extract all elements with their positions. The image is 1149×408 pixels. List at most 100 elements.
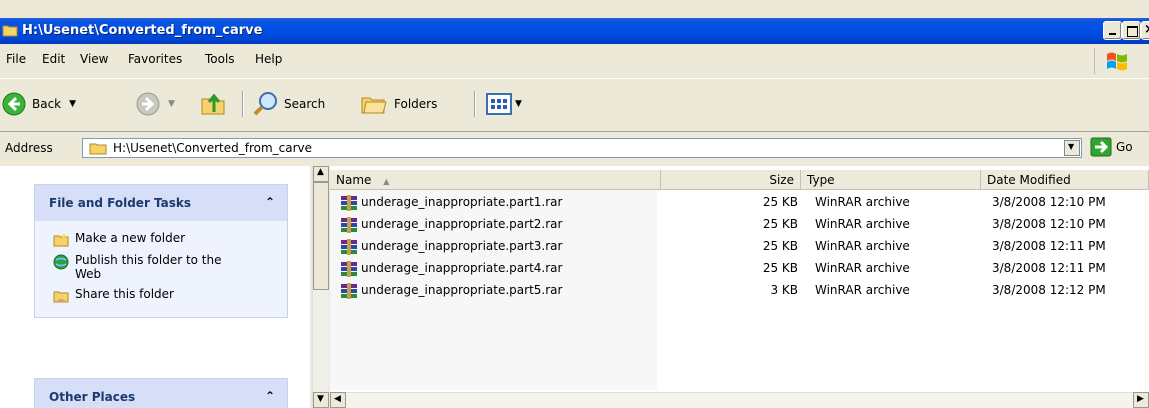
views-dropdown-icon[interactable]: ▼ [515,99,522,109]
back-dropdown-icon[interactable]: ▼ [69,99,76,109]
menu-tools[interactable]: Tools [205,52,235,66]
menu-bar: File Edit View Favorites Tools Help [0,44,1149,79]
window-title: H:\Usenet\Converted_from_carve [22,23,263,38]
column-label: Size [769,173,794,187]
maximize-icon [1127,26,1138,37]
scroll-thumb[interactable] [313,182,329,290]
folders-icon [361,97,387,114]
file-size: 25 KB [762,239,798,253]
table-row[interactable]: underage_inappropriate.part1.rar 25 KB W… [330,193,1149,213]
forward-button[interactable]: ▼ [136,91,175,117]
file-type: WinRAR archive [815,195,910,209]
rar-archive-icon [341,261,357,277]
file-folder-tasks-body: Make a new folder Publish this folder to… [35,221,287,317]
toolbar-separator [242,91,244,117]
folder-icon [89,143,107,155]
file-size: 25 KB [762,217,798,231]
file-name: underage_inappropriate.part1.rar [361,195,563,209]
table-row[interactable]: underage_inappropriate.part5.rar 3 KB Wi… [330,281,1149,301]
address-field[interactable]: H:\Usenet\Converted_from_carve ▼ [82,138,1082,158]
search-button[interactable]: Search [252,91,325,117]
column-header-type[interactable]: Type [801,170,981,190]
address-dropdown-button[interactable]: ▼ [1064,140,1080,156]
file-list-horizontal-scrollbar[interactable]: ◀ ▶ [330,392,1149,408]
toolbar: Back ▼ ▼ Search Folders ▼ [0,78,1149,132]
forward-arrow-icon [136,92,160,116]
scroll-down-icon: ▼ [317,394,324,404]
menu-favorites[interactable]: Favorites [128,52,182,66]
toolbar-separator [474,91,476,117]
scroll-up-button[interactable]: ▲ [313,166,329,182]
close-icon: × [1144,22,1149,37]
windows-logo [1094,48,1137,74]
sort-ascending-icon: ▲ [383,177,390,186]
explorer-window: H:\Usenet\Converted_from_carve × File Ed… [0,0,1149,408]
scroll-down-button[interactable]: ▼ [313,392,329,408]
table-row[interactable]: underage_inappropriate.part2.rar 25 KB W… [330,215,1149,235]
go-button[interactable]: Go [1090,137,1133,157]
folders-label: Folders [394,97,438,111]
collapse-chevron-icon[interactable]: ⌃ [265,195,275,209]
back-label: Back [32,97,62,111]
new-folder-icon [53,233,69,247]
table-row[interactable]: underage_inappropriate.part3.rar 25 KB W… [330,237,1149,257]
scroll-left-button[interactable]: ◀ [330,392,346,408]
scroll-left-icon: ◀ [334,394,341,404]
views-icon [486,93,512,115]
column-header-date[interactable]: Date Modified [981,170,1149,190]
views-button[interactable]: ▼ [486,91,522,117]
address-value: H:\Usenet\Converted_from_carve [113,141,313,155]
task-share-folder[interactable]: Share this folder [35,287,287,309]
panel-title: File and Folder Tasks [49,196,192,210]
menu-file[interactable]: File [6,52,26,66]
file-date: 3/8/2008 12:10 PM [992,195,1106,209]
maximize-button[interactable] [1122,21,1141,40]
minimize-button[interactable] [1103,21,1122,40]
file-date: 3/8/2008 12:11 PM [992,239,1106,253]
file-name: underage_inappropriate.part2.rar [361,217,563,231]
scroll-right-icon: ▶ [1137,394,1144,404]
file-name: underage_inappropriate.part5.rar [361,283,563,297]
minimize-icon [1109,33,1116,35]
search-label: Search [284,97,326,111]
up-folder-icon [201,93,225,115]
file-size: 25 KB [762,261,798,275]
task-pane-scrollbar[interactable]: ▲ ▼ [312,166,329,408]
task-label: Make a new folder [75,231,186,245]
task-make-new-folder[interactable]: Make a new folder [35,231,287,253]
column-header-size[interactable]: Size [661,170,801,190]
task-publish-web[interactable]: Publish this folder to the Web [35,253,287,287]
scroll-track[interactable] [346,392,1133,408]
share-folder-icon [53,291,69,303]
go-arrow-icon [1090,137,1112,157]
file-folder-tasks-header[interactable]: File and Folder Tasks ⌃ [35,185,287,221]
task-pane: File and Folder Tasks ⌃ Make a new folde… [0,166,310,408]
other-places-header[interactable]: Other Places ⌃ [35,379,287,408]
table-row[interactable]: underage_inappropriate.part4.rar 25 KB W… [330,259,1149,279]
file-list: Name ▲ Size Type Date Modified underage_… [330,166,1149,392]
column-label: Date Modified [987,173,1071,187]
up-folder-button[interactable] [200,91,228,117]
rar-archive-icon [341,239,357,255]
column-header-name[interactable]: Name ▲ [330,170,661,190]
file-size: 3 KB [770,283,798,297]
menu-help[interactable]: Help [255,52,282,66]
search-icon [253,92,277,116]
title-bar[interactable]: H:\Usenet\Converted_from_carve × [0,18,1149,44]
back-button[interactable]: Back ▼ [2,91,76,117]
column-label: Type [807,173,835,187]
folder-icon [2,25,18,37]
rar-archive-icon [341,217,357,233]
collapse-chevron-icon[interactable]: ⌃ [265,389,275,403]
folders-button[interactable]: Folders [360,91,437,117]
forward-dropdown-icon[interactable]: ▼ [168,99,175,109]
menu-edit[interactable]: Edit [42,52,65,66]
chevron-down-icon: ▼ [1068,142,1075,151]
close-button[interactable]: × [1141,21,1149,40]
scroll-up-icon: ▲ [317,167,324,177]
file-date: 3/8/2008 12:10 PM [992,217,1106,231]
menu-view[interactable]: View [80,52,108,66]
scroll-right-button[interactable]: ▶ [1133,392,1149,408]
file-date: 3/8/2008 12:11 PM [992,261,1106,275]
file-folder-tasks-panel: File and Folder Tasks ⌃ Make a new folde… [34,184,288,318]
